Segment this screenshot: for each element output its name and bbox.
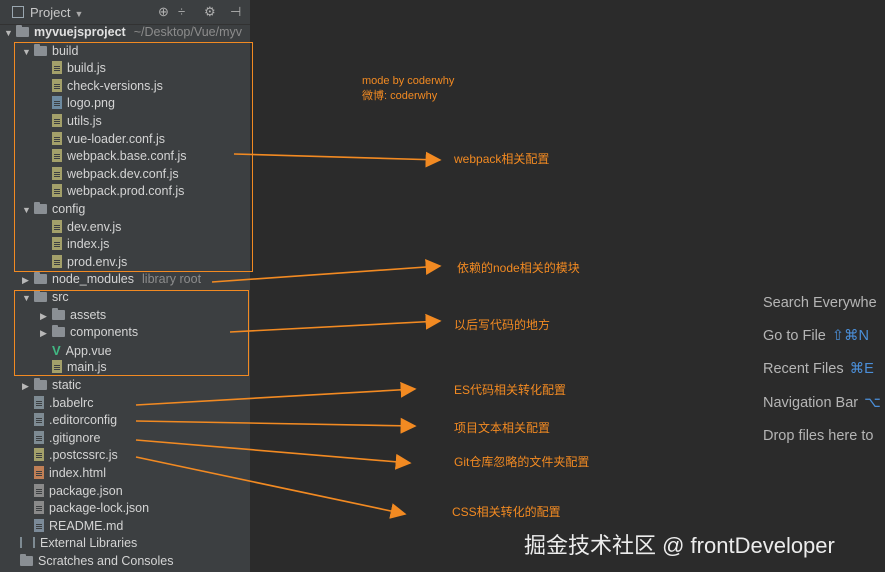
hint-shortcut: ⇧⌘N — [831, 328, 869, 344]
hint-label: Search Everywhe — [763, 295, 877, 311]
drop-files-hint: Drop files here to — [763, 428, 879, 444]
navigation-bar-hint: Navigation Bar ⌥ — [763, 395, 881, 411]
arrow-gitignore — [135, 439, 412, 470]
watermark: 掘金技术社区 @ frontDeveloper — [524, 533, 835, 558]
hint-label: Recent Files — [763, 361, 844, 377]
arrow-editorconfig — [135, 417, 417, 434]
arrow-node-modules — [211, 259, 442, 283]
note-postcss: CSS相关转化的配置 — [452, 505, 561, 519]
go-to-file-hint: Go to File ⇧⌘N — [763, 328, 869, 344]
note-babelrc: ES代码相关转化配置 — [454, 383, 567, 397]
author-line-1: mode by coderwhy — [362, 75, 455, 87]
hint-shortcut: ⌥ — [864, 395, 881, 411]
hint-label: Go to File — [763, 328, 826, 344]
note-editorconfig: 项目文本相关配置 — [454, 421, 551, 435]
arrow-src — [229, 313, 442, 333]
search-everywhere-hint: Search Everywhe — [763, 295, 883, 311]
note-src: 以后写代码的地方 — [454, 318, 551, 332]
author-line-2: 微博: coderwhy — [362, 90, 438, 102]
note-gitignore: Git仓库忽略的文件夹配置 — [454, 455, 590, 469]
hint-label: Drop files here to — [763, 428, 874, 444]
note-webpack: webpack相关配置 — [454, 152, 550, 166]
hint-shortcut: ⌘E — [849, 361, 874, 377]
author-note: mode by coderwhy 微博: coderwhy — [362, 74, 454, 104]
recent-files-hint: Recent Files ⌘E — [763, 361, 874, 377]
note-node-modules: 依赖的node相关的模块 — [457, 261, 580, 275]
arrow-webpack — [233, 151, 442, 168]
arrow-postcss — [135, 456, 407, 519]
arrow-babelrc — [135, 381, 417, 406]
hint-label: Navigation Bar — [763, 395, 859, 411]
